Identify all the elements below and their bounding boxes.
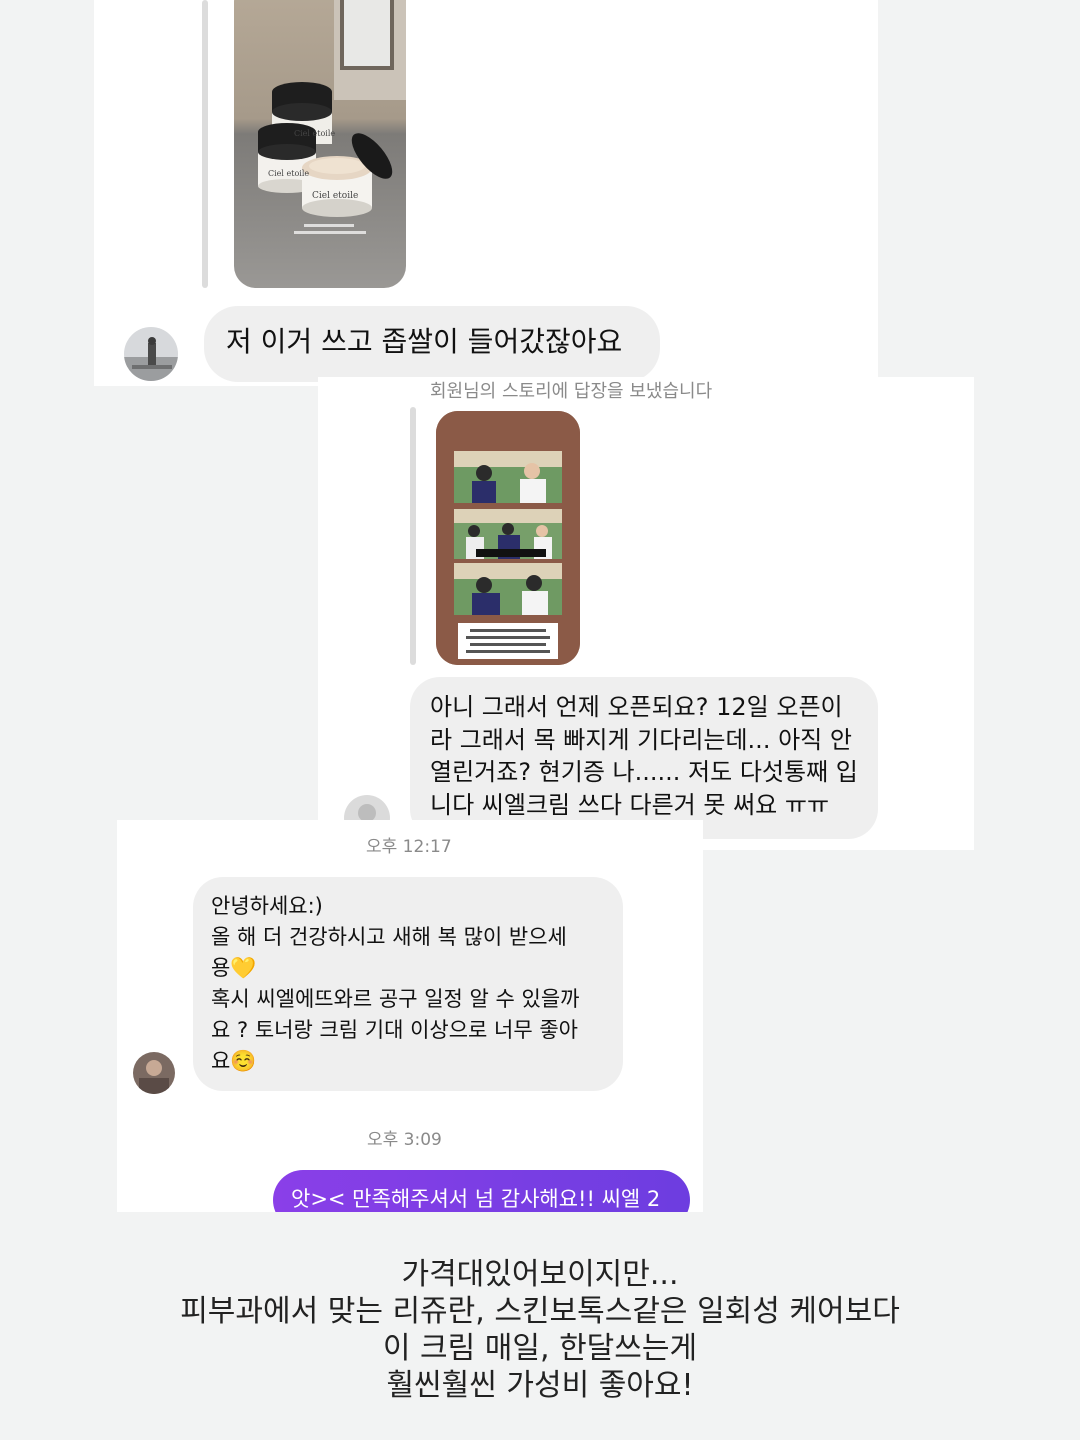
message-line: 니다 씨엘크림 쓰다 다른거 못 써요 ㅠㅠ (430, 790, 830, 819)
jar-label-1: Ciel etoile (294, 129, 335, 138)
caption-line: 훨씬훨씬 가성비 좋아요! (386, 1368, 694, 1403)
reply-indicator-bar (202, 0, 208, 288)
caption-line: 피부과에서 맞는 리쥬란, 스킨보톡스같은 일회성 케어보다 (180, 1294, 900, 1329)
message-text: 아니 그래서 언제 오픈되요? 12일 오픈이 라 그래서 목 빠지게 기다리는… (430, 691, 858, 821)
message-text: 안녕하세요:) 올 해 더 건강하시고 새해 복 많이 받으세 용💛 혹시 씨엘… (211, 891, 580, 1077)
message-text: 앗>< 만족해주셔서 넘 감사해요!! 씨엘 2 (291, 1187, 661, 1211)
timestamp: 오후 12:17 (366, 837, 452, 857)
story-reply-label: 회원님의 스토리에 답장을 보냈습니다 (430, 381, 713, 402)
cream-jars-photo: Ciel etoile Ciel etoile Ciel etoile (234, 0, 406, 288)
caption-line: 가격대있어보이지만... (401, 1257, 679, 1292)
message-line: 용💛 (211, 956, 257, 980)
sender-avatar-3[interactable] (133, 1052, 175, 1094)
chat-screenshot-3: 오후 12:17 안녕하세요:) 올 해 더 건강하시고 새해 복 많이 받으세… (117, 820, 703, 1212)
profile-photo-icon (124, 327, 178, 381)
chat-screenshot-2: 회원님의 스토리에 답장을 보냈습니다 아니 그래서 언제 오픈되요? 12일 … (318, 377, 974, 850)
timestamp: 오후 3:09 (367, 1130, 442, 1150)
message-line: 요 ? 토너랑 크림 기대 이상으로 너무 좋아 (211, 1018, 578, 1042)
message-line: 안녕하세요:) (211, 894, 323, 918)
reply-indicator-bar (410, 407, 416, 665)
message-bubble-received-3: 안녕하세요:) 올 해 더 건강하시고 새해 복 많이 받으세 용💛 혹시 씨엘… (193, 877, 623, 1091)
message-line: 라 그래서 목 빠지게 기다리는데... 아직 안 (430, 725, 852, 754)
message-bubble-received-2: 아니 그래서 언제 오픈되요? 12일 오픈이 라 그래서 목 빠지게 기다리는… (410, 677, 878, 839)
jar-label-3: Ciel etoile (312, 191, 358, 201)
profile-photo-icon (133, 1052, 175, 1094)
message-text: 저 이거 쓰고 좁쌀이 들어갔잖아요 (226, 325, 623, 358)
jar-label-2: Ciel etoile (268, 169, 309, 178)
story-thumbnail-video[interactable] (436, 411, 580, 665)
chat-screenshot-1: Ciel etoile Ciel etoile Ciel etoile 저 이거… (94, 0, 878, 386)
message-line: 혹시 씨엘에뜨와르 공구 일정 알 수 있을까 (211, 987, 580, 1011)
story-thumbnail-cream[interactable]: Ciel etoile Ciel etoile Ciel etoile (234, 0, 406, 288)
caption-line: 이 크림 매일, 한달쓰는게 (382, 1331, 698, 1366)
tv-show-collage (436, 411, 580, 665)
sender-avatar-1[interactable] (124, 327, 178, 381)
message-bubble-sent: 앗>< 만족해주셔서 넘 감사해요!! 씨엘 2 (273, 1170, 690, 1212)
caption: 가격대있어보이지만... 피부과에서 맞는 리쥬란, 스킨보톡스같은 일회성 케… (0, 1256, 1080, 1404)
message-line: 아니 그래서 언제 오픈되요? 12일 오픈이 (430, 693, 843, 721)
message-line: 열린거죠? 현기증 나...... 저도 다섯통째 입 (430, 758, 858, 786)
message-line: 올 해 더 건강하시고 새해 복 많이 받으세 (211, 925, 567, 949)
message-line: 요☺️ (211, 1049, 257, 1073)
message-bubble-received-1: 저 이거 쓰고 좁쌀이 들어갔잖아요 (204, 306, 660, 382)
